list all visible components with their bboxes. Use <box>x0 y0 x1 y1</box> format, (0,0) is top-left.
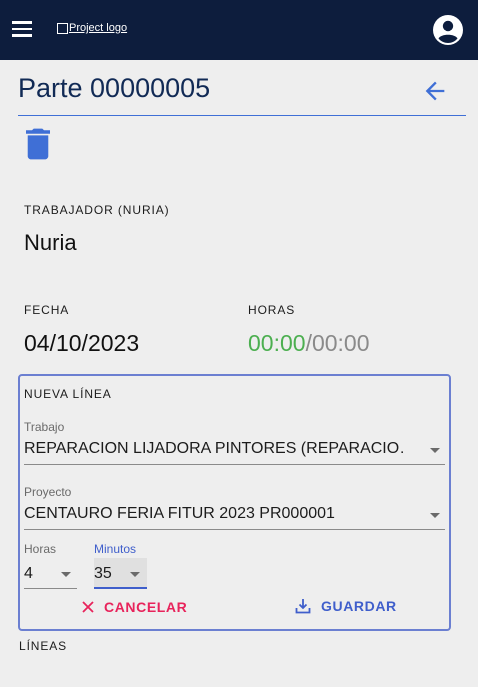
hours-value: 00:00/00:00 <box>248 330 370 357</box>
download-icon <box>295 599 311 614</box>
minutos-value: 35 <box>94 565 112 582</box>
arrow-back-icon[interactable] <box>421 77 449 105</box>
broken-image-icon <box>57 22 68 34</box>
minutos-label: Minutos <box>94 542 137 556</box>
proyecto-select[interactable]: CENTAURO FERIA FITUR 2023 PR000001 <box>24 501 445 530</box>
trabajo-label: Trabajo <box>24 420 65 434</box>
save-button[interactable]: GUARDAR <box>295 598 397 614</box>
date-value: 04/10/2023 <box>24 330 140 356</box>
new-line-card: NUEVA LÍNEA Trabajo REPARACION LIJADORA … <box>18 374 451 631</box>
date-label: FECHA <box>24 303 70 317</box>
horas-select[interactable]: 4 <box>24 558 77 589</box>
hours-label: HORAS <box>248 303 296 317</box>
page-title: Parte 00000005 <box>18 73 211 103</box>
trash-icon[interactable] <box>26 128 50 160</box>
hours-total: 00:00 <box>311 330 370 356</box>
lines-label: LÍNEAS <box>19 639 68 653</box>
hours-done: 00:00 <box>248 330 306 356</box>
worker-label: TRABAJADOR (NURIA) <box>24 203 170 217</box>
menu-icon[interactable] <box>12 21 32 37</box>
close-icon <box>82 601 94 613</box>
save-label: GUARDAR <box>321 598 397 614</box>
horas-value: 4 <box>24 565 33 582</box>
cancel-label: CANCELAR <box>104 599 188 615</box>
trabajo-select[interactable]: REPARACION LIJADORA PINTORES (REPARACIO… <box>24 436 445 465</box>
project-logo[interactable]: Project logo <box>57 22 127 34</box>
minutos-select[interactable]: 35 <box>94 558 147 589</box>
trabajo-value: REPARACION LIJADORA PINTORES (REPARACIO… <box>24 440 404 457</box>
chevron-down-icon <box>430 448 440 453</box>
proyecto-value: CENTAURO FERIA FITUR 2023 PR000001 <box>24 505 335 522</box>
title-row: Parte 00000005 <box>18 70 466 116</box>
chevron-down-icon <box>430 513 440 518</box>
top-app-bar: Project logo <box>0 0 478 60</box>
cancel-button[interactable]: CANCELAR <box>82 599 187 615</box>
horas-label: Horas <box>24 542 57 556</box>
chevron-down-icon <box>130 572 140 577</box>
worker-value: Nuria <box>24 230 77 255</box>
new-line-title: NUEVA LÍNEA <box>24 387 112 401</box>
proyecto-label: Proyecto <box>24 485 72 499</box>
chevron-down-icon <box>61 572 71 577</box>
account-icon[interactable] <box>432 14 464 46</box>
project-logo-alt-text: Project logo <box>69 22 128 34</box>
